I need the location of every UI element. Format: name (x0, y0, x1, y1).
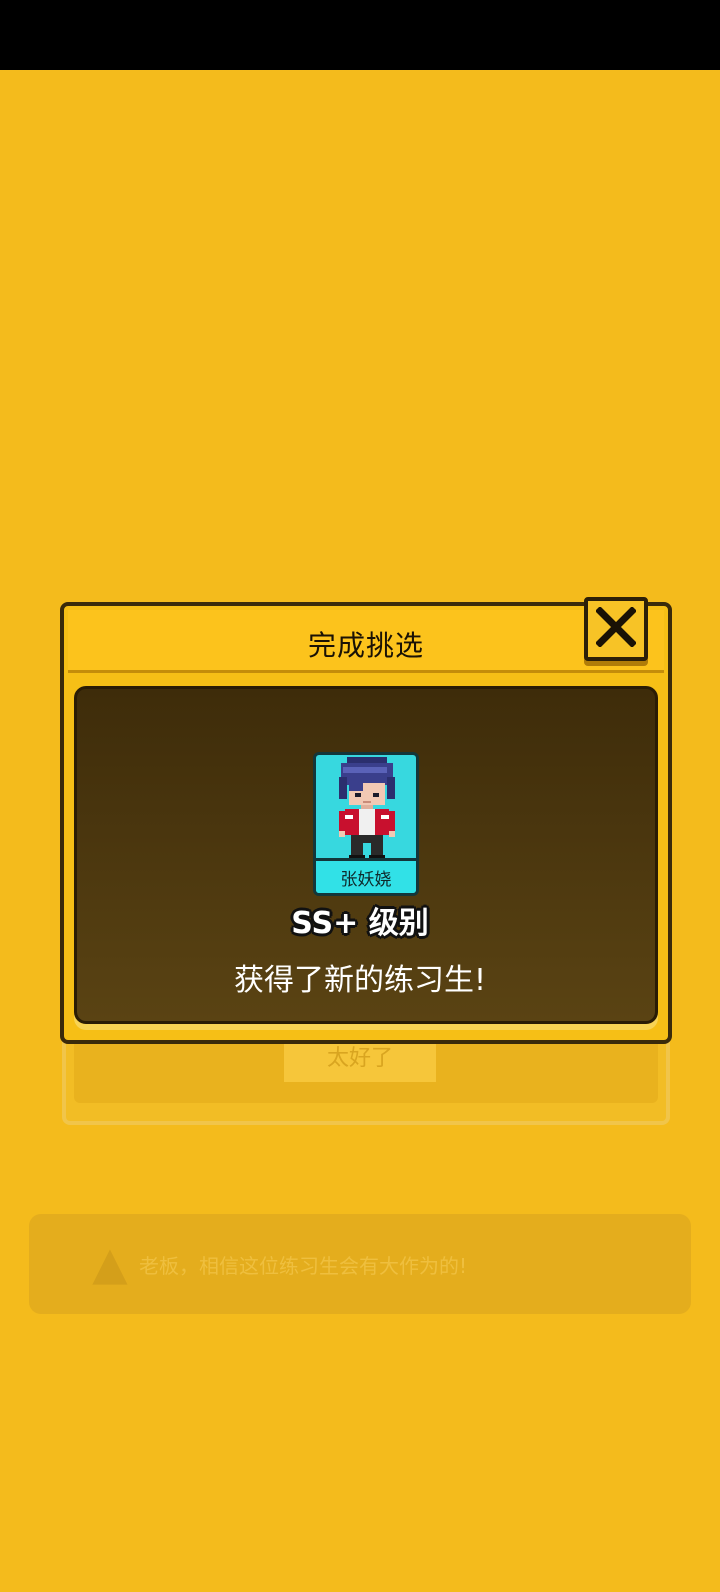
trainee-card[interactable]: 张妖娆 (313, 752, 419, 896)
trainee-avatar (339, 757, 395, 861)
trainee-grade: SS+ 级别 (291, 906, 429, 941)
dialog-title: 完成挑选 (307, 629, 424, 662)
close-icon (596, 607, 636, 647)
close-button[interactable] (584, 597, 648, 661)
boss-tip-bar: ▲ 老板，相信这位练习生会有大作为的! (29, 1214, 691, 1314)
trainee-name: 张妖娆 (316, 858, 416, 893)
status-bar (0, 0, 720, 70)
dialog-header: 完成挑选 (68, 610, 664, 673)
boss-tip-text: 老板，相信这位练习生会有大作为的! (139, 1254, 468, 1278)
hat-icon: ▲ (92, 1236, 128, 1290)
result-message: 获得了新的练习生! (233, 963, 487, 998)
